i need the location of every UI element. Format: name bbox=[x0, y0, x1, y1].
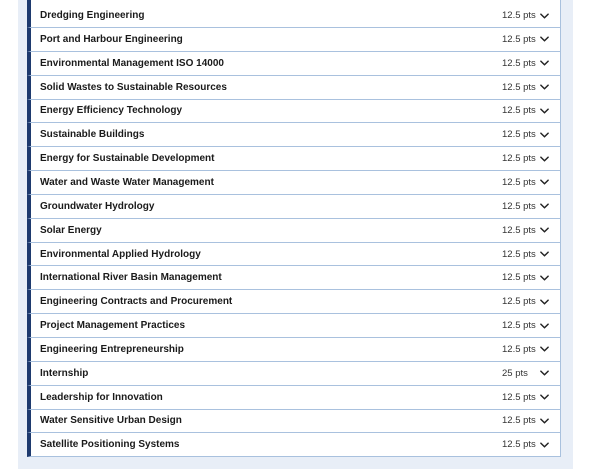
chevron-down-icon[interactable] bbox=[538, 343, 550, 355]
course-row[interactable]: Port and Harbour Engineering 12.5 pts bbox=[27, 28, 561, 52]
course-row[interactable]: Environmental Applied Hydrology 12.5 pts bbox=[27, 242, 561, 267]
chevron-down-icon[interactable] bbox=[538, 105, 550, 117]
course-title: Project Management Practices bbox=[40, 320, 186, 332]
course-title: Sustainable Buildings bbox=[40, 129, 145, 141]
course-points: 12.5 pts bbox=[502, 10, 536, 21]
chevron-down-icon[interactable] bbox=[538, 153, 550, 165]
course-title: Dredging Engineering bbox=[40, 10, 145, 21]
course-title: Leadership for Innovation bbox=[40, 391, 163, 403]
chevron-down-icon[interactable] bbox=[538, 415, 550, 427]
course-row[interactable]: Water and Waste Water Management 12.5 pt… bbox=[27, 171, 561, 195]
course-points: 12.5 pts bbox=[502, 391, 536, 403]
chevron-down-icon[interactable] bbox=[538, 391, 550, 403]
chevron-down-icon[interactable] bbox=[538, 248, 550, 260]
chevron-down-icon[interactable] bbox=[538, 176, 550, 188]
course-row[interactable]: Engineering Contracts and Procurement 12… bbox=[27, 290, 561, 315]
course-title: Environmental Management ISO 14000 bbox=[40, 57, 224, 69]
course-title: Energy Efficiency Technology bbox=[40, 105, 183, 117]
chevron-down-icon[interactable] bbox=[538, 439, 550, 451]
course-points: 12.5 pts bbox=[502, 439, 536, 451]
course-points: 12.5 pts bbox=[502, 343, 536, 355]
course-title: Groundwater Hydrology bbox=[40, 200, 155, 212]
course-points: 12.5 pts bbox=[502, 33, 536, 45]
chevron-down-icon[interactable] bbox=[538, 224, 550, 236]
course-title: Engineering Contracts and Procurement bbox=[40, 296, 233, 308]
chevron-down-icon[interactable] bbox=[538, 10, 550, 22]
course-title: Solid Wastes to Sustainable Resources bbox=[40, 81, 227, 93]
course-title: Port and Harbour Engineering bbox=[40, 33, 183, 45]
chevron-down-icon[interactable] bbox=[538, 200, 550, 212]
course-points: 12.5 pts bbox=[502, 320, 536, 332]
course-title: Internship bbox=[40, 367, 89, 379]
course-title: Environmental Applied Hydrology bbox=[40, 248, 201, 260]
course-row[interactable]: Sustainable Buildings 12.5 pts bbox=[27, 123, 561, 148]
course-points: 12.5 pts bbox=[502, 224, 536, 236]
course-list: Dredging Engineering 12.5 pts Port and H… bbox=[27, 0, 561, 458]
course-title: International River Basin Management bbox=[40, 272, 222, 284]
course-points: 25 pts bbox=[502, 367, 528, 379]
course-row[interactable]: Internship 25 pts bbox=[27, 361, 561, 386]
course-row[interactable]: International River Basin Management 12.… bbox=[27, 266, 561, 291]
course-points: 12.5 pts bbox=[502, 248, 536, 260]
course-row[interactable]: Environmental Management ISO 14000 12.5 … bbox=[27, 51, 561, 76]
course-points: 12.5 pts bbox=[502, 176, 536, 188]
course-points: 12.5 pts bbox=[502, 81, 536, 93]
course-row[interactable]: Dredging Engineering 12.5 pts bbox=[27, 0, 561, 28]
course-row[interactable]: Satellite Positioning Systems 12.5 pts bbox=[27, 433, 561, 458]
chevron-down-icon[interactable] bbox=[538, 129, 550, 141]
course-points: 12.5 pts bbox=[502, 129, 536, 141]
course-points: 12.5 pts bbox=[502, 153, 536, 165]
course-row[interactable]: Solar Energy 12.5 pts bbox=[27, 218, 561, 243]
course-row[interactable]: Water Sensitive Urban Design 12.5 pts bbox=[27, 409, 561, 434]
chevron-down-icon[interactable] bbox=[538, 296, 550, 308]
course-title: Satellite Positioning Systems bbox=[40, 439, 180, 451]
course-title: Water Sensitive Urban Design bbox=[40, 415, 182, 427]
course-row[interactable]: Solid Wastes to Sustainable Resources 12… bbox=[27, 75, 561, 100]
chevron-down-icon[interactable] bbox=[538, 320, 550, 332]
course-points: 12.5 pts bbox=[502, 272, 536, 284]
course-row[interactable]: Groundwater Hydrology 12.5 pts bbox=[27, 194, 561, 219]
course-points: 12.5 pts bbox=[502, 57, 536, 69]
chevron-down-icon[interactable] bbox=[538, 272, 550, 284]
course-row[interactable]: Leadership for Innovation 12.5 pts bbox=[27, 385, 561, 410]
course-points: 12.5 pts bbox=[502, 415, 536, 427]
course-row[interactable]: Project Management Practices 12.5 pts bbox=[27, 314, 561, 338]
course-title: Energy for Sustainable Development bbox=[40, 153, 215, 165]
chevron-down-icon[interactable] bbox=[538, 81, 550, 93]
course-points: 12.5 pts bbox=[502, 296, 536, 308]
chevron-down-icon[interactable] bbox=[538, 57, 550, 69]
course-row[interactable]: Engineering Entrepreneurship 12.5 pts bbox=[27, 337, 561, 362]
course-points: 12.5 pts bbox=[502, 200, 536, 212]
course-title: Engineering Entrepreneurship bbox=[40, 343, 184, 355]
course-title: Solar Energy bbox=[40, 224, 102, 236]
course-row[interactable]: Energy for Sustainable Development 12.5 … bbox=[27, 147, 561, 172]
course-row[interactable]: Energy Efficiency Technology 12.5 pts bbox=[27, 99, 561, 124]
course-points: 12.5 pts bbox=[502, 105, 536, 117]
chevron-down-icon[interactable] bbox=[538, 33, 550, 45]
course-title: Water and Waste Water Management bbox=[40, 176, 214, 188]
chevron-down-icon[interactable] bbox=[538, 367, 550, 379]
